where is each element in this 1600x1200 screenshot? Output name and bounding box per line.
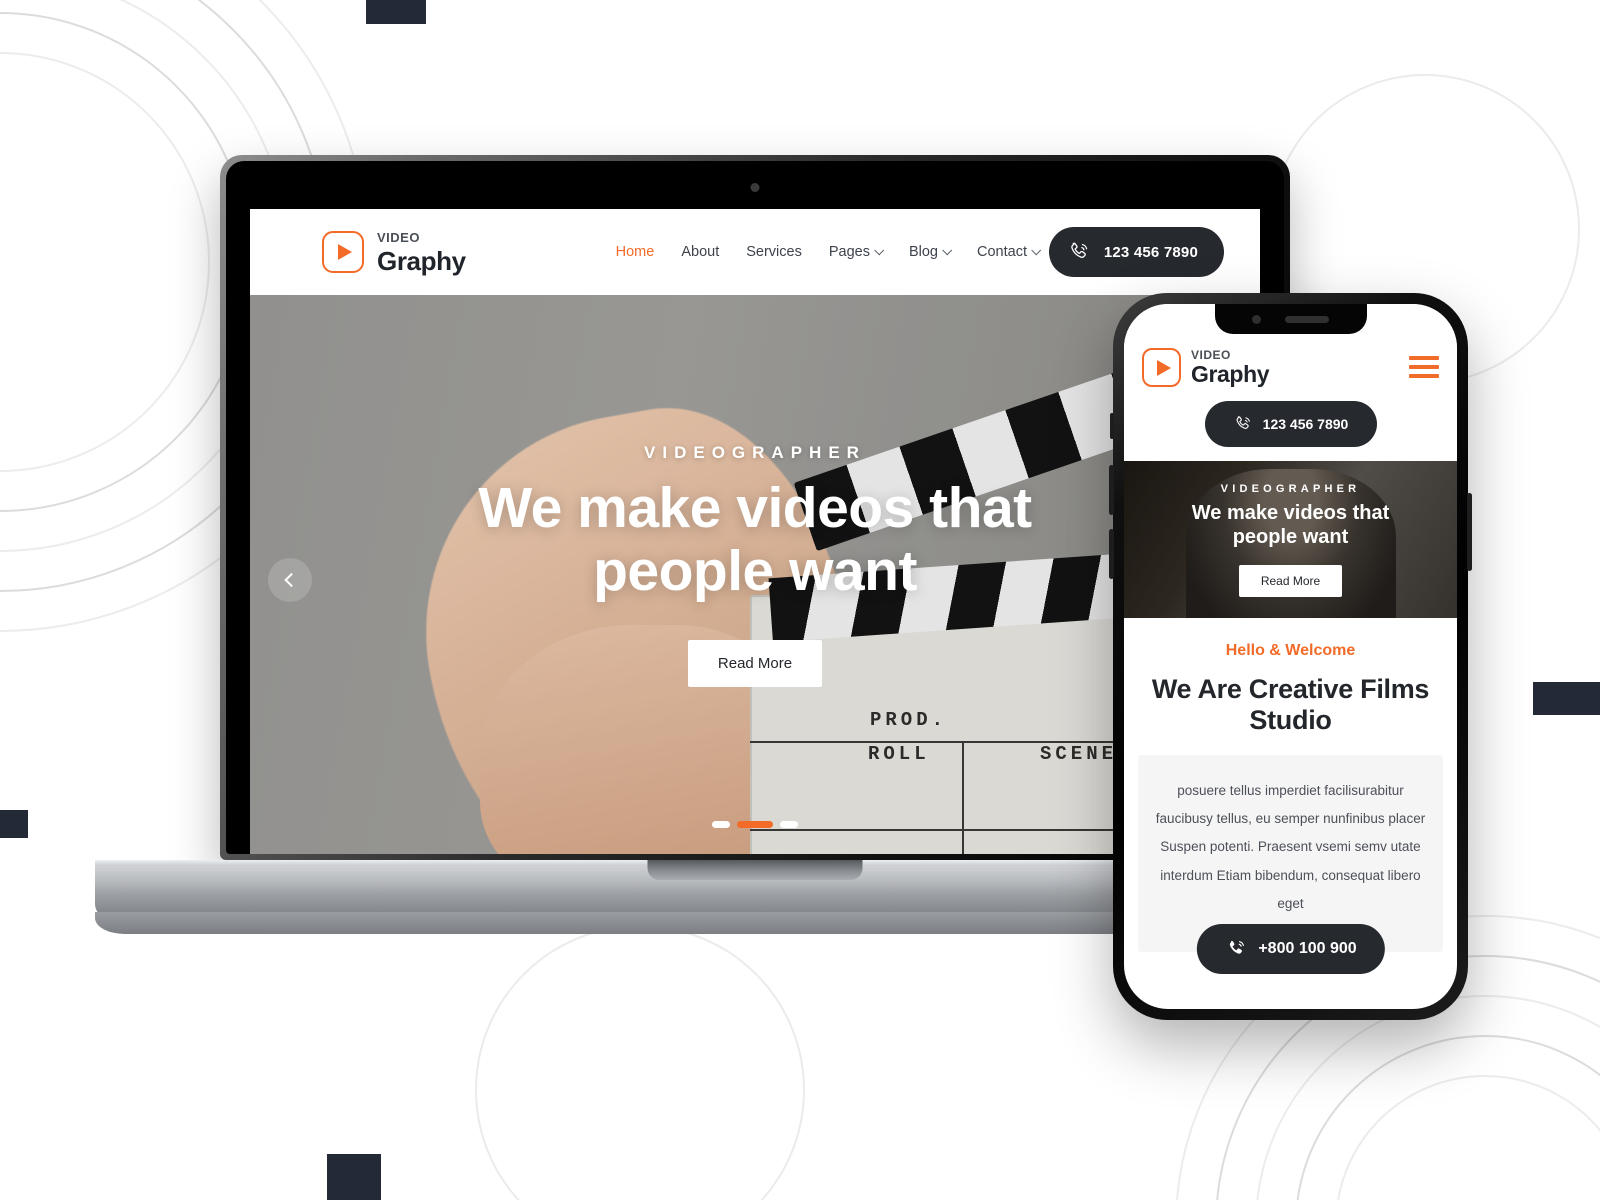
square-decoration — [1533, 682, 1600, 715]
mobile-about-section: Hello & Welcome We Are Creative Films St… — [1124, 618, 1457, 975]
phone-ring-icon — [1071, 242, 1088, 258]
phone-notch — [1214, 304, 1367, 334]
brand-logo[interactable]: VIDEO Graphy — [322, 231, 466, 274]
chevron-down-icon — [874, 244, 885, 255]
front-camera-icon — [1252, 314, 1261, 324]
play-icon — [322, 231, 364, 273]
phone-volume-down-button[interactable] — [1109, 529, 1114, 579]
nav-item-services[interactable]: Services — [746, 244, 802, 260]
nav-label: About — [681, 244, 720, 260]
about-heading: We Are Creative Films Studio — [1151, 674, 1430, 736]
mobile-hero-kicker: VIDEOGRAPHER — [1220, 482, 1361, 495]
chevron-left-icon — [284, 572, 299, 588]
site-header: VIDEO Graphy Home About Services Pages B… — [250, 209, 1260, 295]
mobile-phone-button[interactable]: 123 456 7890 — [1204, 401, 1377, 447]
nav-item-home[interactable]: Home — [616, 244, 655, 260]
mockup-canvas: VIDEO Graphy Home About Services Pages B… — [0, 0, 1600, 1200]
nav-item-about[interactable]: About — [681, 244, 719, 260]
main-nav: Home About Services Pages Blog Contact — [616, 244, 1042, 260]
mobile-hero-title: We make videos that people want — [1191, 501, 1390, 548]
nav-label: Home — [615, 244, 655, 260]
circle-decoration — [475, 925, 805, 1200]
square-decoration — [0, 810, 28, 838]
slider-dot-2[interactable] — [737, 821, 773, 828]
slider-prev-button[interactable] — [268, 558, 312, 602]
ring-decoration — [0, 52, 210, 472]
about-card: posuere tellus imperdiet facilisurabitur… — [1138, 754, 1443, 975]
hero-read-more-button[interactable]: Read More — [687, 640, 823, 688]
header-phone-button[interactable]: 123 456 7890 — [1048, 227, 1224, 277]
brand-top-label: VIDEO — [1191, 348, 1231, 362]
nav-label: Blog — [908, 244, 938, 260]
mobile-hero: VIDEOGRAPHER We make videos that people … — [1124, 461, 1457, 618]
square-decoration — [327, 1154, 381, 1200]
ring-decoration — [1335, 1075, 1600, 1200]
phone-volume-up-button[interactable] — [1109, 465, 1114, 515]
hamburger-icon[interactable] — [1409, 348, 1439, 378]
chevron-down-icon — [1031, 244, 1042, 255]
earpiece-speaker — [1285, 315, 1329, 323]
mobile-viewport: VIDEO Graphy 123 456 7890 VIDEOGRAPHER W… — [1124, 304, 1457, 1009]
phone-number-label: 123 456 7890 — [1262, 416, 1349, 432]
phone-power-button[interactable] — [1467, 493, 1472, 571]
brand-top-label: VIDEO — [377, 229, 420, 245]
about-call-button[interactable]: +800 100 900 — [1196, 924, 1385, 975]
brand-logo[interactable]: VIDEO Graphy — [1142, 348, 1270, 387]
slider-dot-1[interactable] — [712, 821, 730, 828]
phone-ring-icon — [1229, 941, 1244, 955]
ring-decoration — [1295, 1035, 1600, 1200]
nav-label: Services — [746, 244, 802, 260]
ring-decoration — [0, 12, 250, 512]
nav-label: Pages — [828, 244, 870, 260]
phone-number-label: 123 456 7890 — [1103, 243, 1198, 261]
brand-bottom-label: Graphy — [377, 245, 466, 276]
nav-item-contact[interactable]: Contact — [977, 244, 1042, 260]
nav-label: Contact — [977, 244, 1027, 260]
slider-dot-3[interactable] — [780, 821, 798, 828]
play-icon — [1142, 348, 1181, 387]
nav-item-blog[interactable]: Blog — [908, 244, 953, 260]
about-eyebrow: Hello & Welcome — [1225, 642, 1356, 659]
call-number-label: +800 100 900 — [1258, 940, 1357, 958]
nav-item-pages[interactable]: Pages — [828, 244, 885, 260]
phone-mockup: VIDEO Graphy 123 456 7890 VIDEOGRAPHER W… — [1109, 293, 1472, 1020]
phone-silent-switch[interactable] — [1110, 413, 1114, 439]
webcam-icon — [750, 183, 760, 192]
laptop-base-notch — [647, 860, 863, 880]
hero-title: We make videos that people want — [478, 475, 1032, 603]
about-body-text: posuere tellus imperdiet facilisurabitur… — [1155, 782, 1426, 911]
phone-ring-icon — [1236, 416, 1250, 429]
square-decoration — [366, 0, 426, 24]
brand-bottom-label: Graphy — [1191, 361, 1270, 387]
slider-dots — [712, 821, 798, 828]
mobile-read-more-button[interactable]: Read More — [1238, 564, 1343, 597]
hero-kicker: VIDEOGRAPHER — [644, 442, 866, 462]
chevron-down-icon — [942, 244, 953, 255]
ring-decoration — [1255, 995, 1600, 1200]
